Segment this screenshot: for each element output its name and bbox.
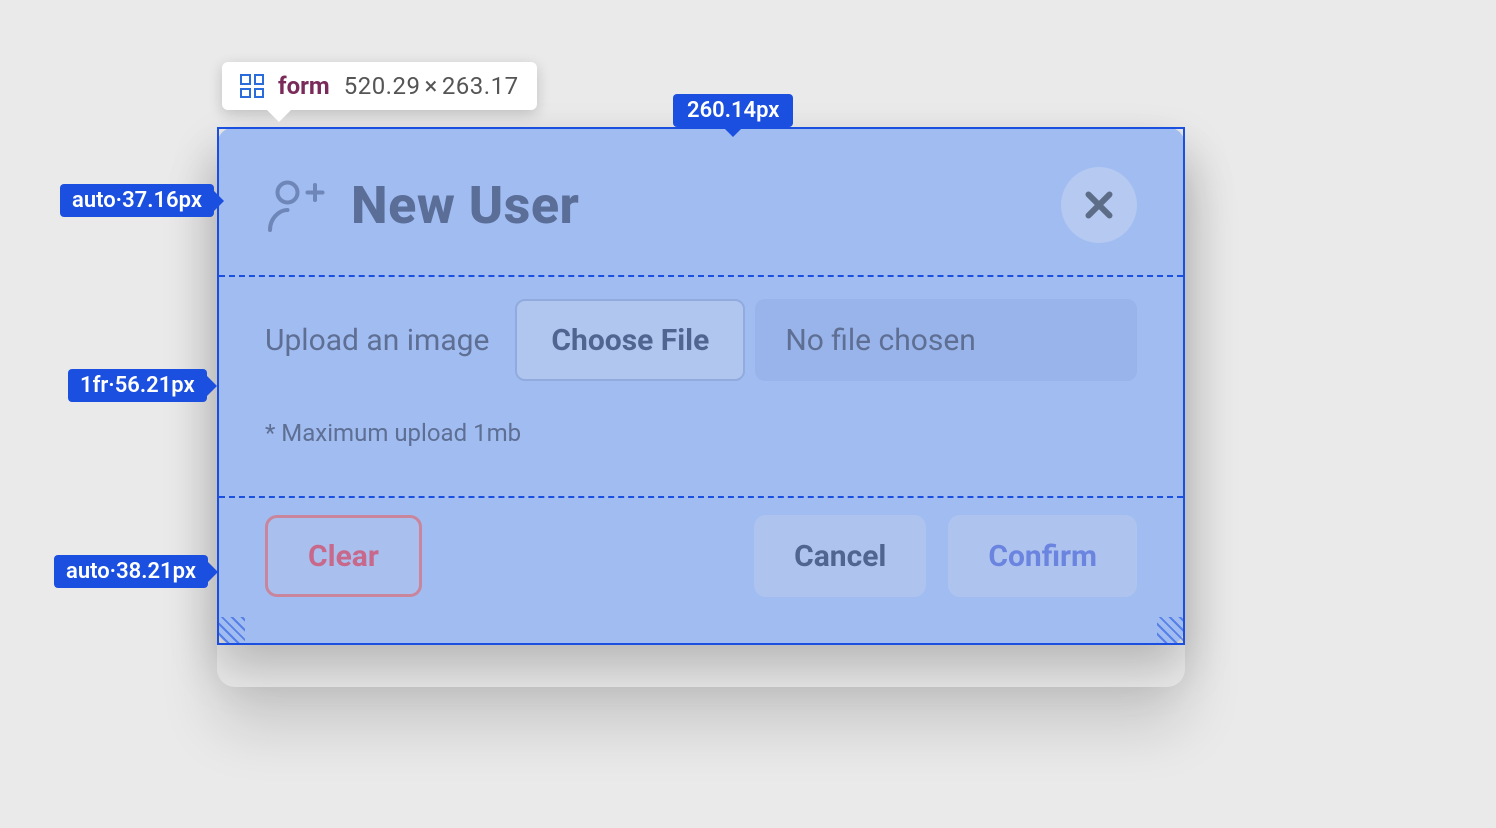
modal-footer: Clear Cancel Confirm — [265, 485, 1137, 597]
upload-hint: * Maximum upload 1mb — [265, 419, 1137, 447]
tooltip-dimensions: 520.29×263.17 — [344, 72, 519, 100]
grid-row-ruler-3: auto·38.21px — [54, 555, 208, 588]
tooltip-element-tag: form — [278, 72, 330, 100]
confirm-button[interactable]: Confirm — [948, 515, 1137, 597]
close-button[interactable] — [1061, 167, 1137, 243]
grid-icon — [240, 74, 264, 98]
grid-row-ruler-2: 1fr·56.21px — [68, 369, 207, 402]
grid-row-ruler-1: auto·37.16px — [60, 184, 214, 217]
user-plus-icon — [265, 175, 325, 235]
upload-label: Upload an image — [265, 323, 489, 358]
modal-title: New User — [351, 175, 1035, 236]
file-input: Choose File No file chosen — [515, 299, 1137, 381]
devtools-element-tooltip: form 520.29×263.17 — [222, 62, 537, 110]
cancel-button[interactable]: Cancel — [754, 515, 926, 597]
choose-file-button[interactable]: Choose File — [515, 299, 745, 381]
modal-body: Upload an image Choose File No file chos… — [265, 273, 1137, 485]
close-icon — [1081, 187, 1117, 223]
tooltip-width: 520.29 — [344, 72, 421, 100]
new-user-modal: New User Upload an image Choose File No … — [217, 127, 1185, 645]
modal-header: New User — [265, 167, 1137, 273]
file-status-text: No file chosen — [755, 299, 1137, 381]
tooltip-height: 263.17 — [442, 72, 519, 100]
upload-row: Upload an image Choose File No file chos… — [265, 299, 1137, 381]
clear-button[interactable]: Clear — [265, 515, 422, 597]
grid-column-ruler: 260.14px — [673, 94, 793, 127]
